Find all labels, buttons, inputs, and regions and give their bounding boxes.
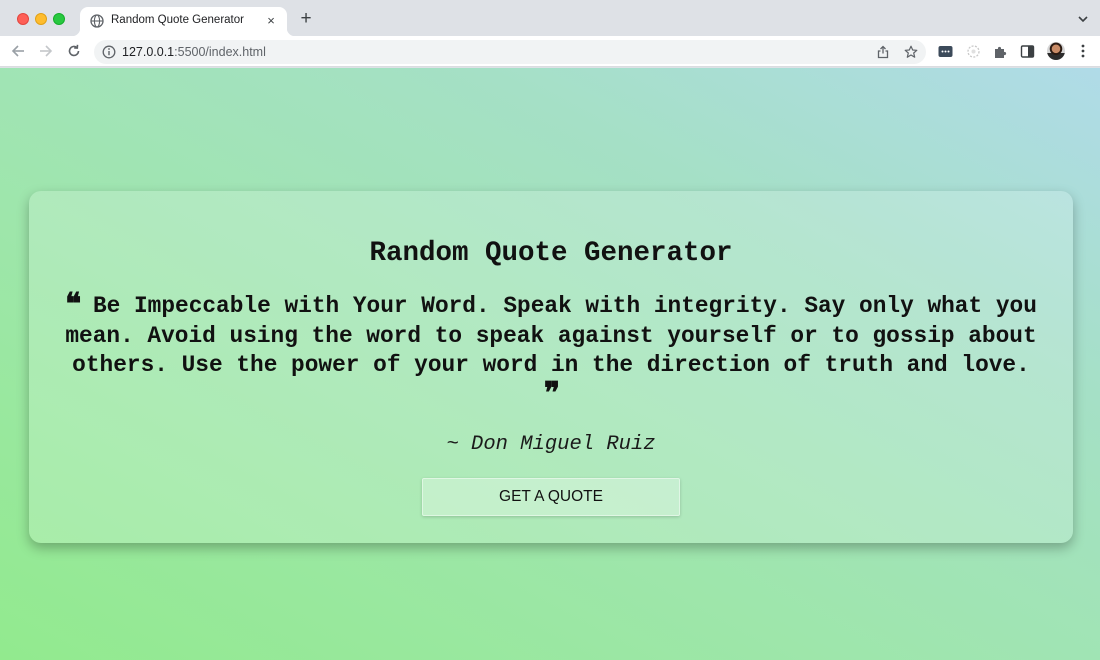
share-icon[interactable]	[876, 45, 890, 59]
puzzle-icon[interactable]	[993, 44, 1008, 59]
url-path: :5500/index.html	[174, 45, 266, 59]
window-maximize-button[interactable]	[53, 13, 65, 25]
globe-icon	[90, 14, 104, 28]
extension-icon[interactable]	[938, 44, 953, 59]
window-close-button[interactable]	[17, 13, 29, 25]
browser-toolbar: 127.0.0.1:5500/index.html	[0, 36, 1100, 67]
quote-card: Random Quote Generator ❝ Be Impeccable w…	[29, 191, 1073, 543]
quote-open-icon: ❝	[65, 287, 81, 322]
kebab-menu-icon[interactable]	[1077, 43, 1089, 59]
page-title: Random Quote Generator	[369, 238, 733, 269]
page-viewport: Random Quote Generator ❝ Be Impeccable w…	[0, 68, 1100, 660]
browser-tab-strip: Random Quote Generator × +	[0, 0, 1100, 36]
address-bar[interactable]: 127.0.0.1:5500/index.html	[94, 40, 926, 64]
avatar[interactable]	[1047, 42, 1065, 60]
star-icon[interactable]	[904, 45, 918, 59]
window-minimize-button[interactable]	[35, 13, 47, 25]
chevron-down-icon[interactable]	[1076, 12, 1090, 26]
url-text[interactable]: 127.0.0.1:5500/index.html	[122, 45, 266, 59]
info-icon[interactable]	[102, 45, 116, 59]
close-icon[interactable]: ×	[263, 13, 279, 29]
reload-icon[interactable]	[66, 43, 82, 59]
side-panel-icon[interactable]	[1020, 44, 1035, 59]
url-host: 127.0.0.1	[122, 45, 175, 59]
plus-icon[interactable]: +	[297, 9, 315, 28]
extension-icon[interactable]	[966, 44, 981, 59]
forward-arrow-icon[interactable]	[38, 43, 54, 59]
quote-text: Be Impeccable with Your Word. Speak with…	[65, 293, 1037, 378]
get-quote-button[interactable]: GET A QUOTE	[422, 478, 680, 516]
quote-author: ~ Don Miguel Ruiz	[446, 433, 656, 456]
tab-title: Random Quote Generator	[111, 14, 244, 26]
quote-text-block: ❝ Be Impeccable with Your Word. Speak wi…	[59, 287, 1043, 411]
browser-tab[interactable]: Random Quote Generator ×	[72, 7, 295, 36]
quote-close-icon: ❞	[543, 375, 560, 411]
back-arrow-icon[interactable]	[10, 43, 26, 59]
